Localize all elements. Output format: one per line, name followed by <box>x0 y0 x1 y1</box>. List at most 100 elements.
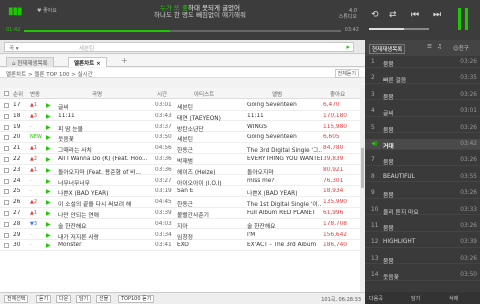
panel-next-button[interactable]: 다음곡 <box>369 295 383 302</box>
play-icon[interactable]: ▶ <box>46 124 51 131</box>
artist-cell[interactable]: EXO <box>177 242 244 248</box>
panel-add-button[interactable]: 담기 <box>411 295 420 302</box>
album-cell[interactable]: EX'ACT - The 3rd Album <box>247 242 322 248</box>
play-icon[interactable]: ▶ <box>46 199 51 206</box>
play-icon[interactable]: ▶ <box>46 242 51 249</box>
repeat-icon[interactable]: ⟲ <box>371 10 379 20</box>
tab-now-playing[interactable]: ⌂ 현재재생목록 <box>6 57 54 67</box>
title-cell[interactable]: Monster <box>58 242 152 248</box>
gift-button[interactable]: 선물 <box>96 295 112 303</box>
artist-cell[interactable]: 헤이즈 (Heize) <box>177 167 244 176</box>
prev-icon[interactable]: ⏮ <box>411 10 419 20</box>
artist-cell[interactable]: 한동근 <box>177 145 244 154</box>
playlist-item[interactable]: 4 글씨 03:01 <box>365 106 480 117</box>
playlist-item[interactable]: 1 붐붐 03:26 <box>365 57 480 68</box>
playlist-item[interactable]: 10 울리 듣지 마요 03:33 <box>365 205 480 216</box>
title-cell[interactable]: 너무너무너무 <box>58 178 152 187</box>
table-row[interactable]: 29 - 내가 저지른 사랑 03:34 임창정 I'M 156,642 ▶ <box>0 230 360 241</box>
playlist-item[interactable]: 8 BEAUTIFUL 03:55 <box>365 172 480 183</box>
album-cell[interactable]: The 3rd Digital Single '그... <box>247 145 322 154</box>
album-cell[interactable]: miss me? <box>247 178 322 184</box>
row-checkbox[interactable] <box>4 189 9 195</box>
row-checkbox[interactable] <box>4 221 9 227</box>
table-row[interactable]: 19 - 피 땀 눈물 03:37 방탄소년단 WINGS 115,980 ▶ <box>0 122 360 133</box>
title-cell[interactable]: 피 땀 눈물 <box>58 124 152 133</box>
album-cell[interactable]: 돌아오지마 <box>247 167 322 176</box>
search-box[interactable]: 곡 ▾ 세븐틴 ▸ <box>4 42 354 52</box>
playlist-item[interactable]: 14 웃음꽃 03:50 <box>365 270 480 281</box>
playlist-item[interactable]: 5 붐붐 03:26 <box>365 123 480 134</box>
title-cell[interactable]: 나쁜X (BAD YEAR) <box>58 188 152 197</box>
album-cell[interactable]: WINGS <box>247 124 322 130</box>
tab-current-playlist[interactable]: 현재재생목록 <box>369 44 406 54</box>
add-tab-icon[interactable]: + <box>121 56 128 65</box>
title-cell[interactable]: 내가 저지른 사랑 <box>58 232 152 241</box>
tab-friend[interactable]: ☺친구 <box>453 44 469 52</box>
artist-cell[interactable]: 세븐틴 <box>177 134 244 143</box>
album-cell[interactable]: 11:11 <box>247 113 322 119</box>
table-row[interactable]: 21 ▲1 그때라는 사치 04:56 한동근 The 3rd Digital Singl… <box>0 143 360 154</box>
title-cell[interactable]: 그때라는 사치 <box>58 145 152 154</box>
listen-button[interactable]: 듣기 <box>36 295 52 303</box>
search-kind-select[interactable]: 곡 ▾ <box>9 44 19 52</box>
play-icon[interactable]: ▶ <box>46 113 51 120</box>
title-cell[interactable]: 술 한잔해요 <box>58 221 152 230</box>
artist-cell[interactable]: 태연 (TAEYEON) <box>177 113 244 122</box>
table-row[interactable]: 25- 나쁜X (BAD YEAR) 03:19 San E 나쁜X (BAD YEAR… <box>0 186 360 197</box>
title-cell[interactable]: 웃음꽃 <box>58 134 152 143</box>
album-cell[interactable]: Full Album RED PLANET <box>247 210 322 216</box>
album-cell[interactable]: I'M <box>247 232 322 238</box>
title-cell[interactable]: All I Wanna Do (K) (Feat. Hoo... <box>58 156 152 162</box>
artist-cell[interactable]: 아이오아이 (I.O.I) <box>177 178 244 187</box>
play-icon[interactable]: ▶ <box>46 167 51 174</box>
add-button[interactable]: 담기 <box>76 295 92 303</box>
album-cell[interactable]: The 1st Digital Single '이... <box>247 199 322 208</box>
title-cell[interactable]: 이 소설의 끝을 다시 써보려 해 <box>58 199 152 208</box>
row-checkbox[interactable] <box>4 178 9 184</box>
row-checkbox[interactable] <box>4 113 9 119</box>
next-icon[interactable]: ⏭ <box>433 10 441 20</box>
table-row[interactable]: 22 ▲2 All I Wanna Do (K) (Feat. Hoo... 03:3… <box>0 154 360 165</box>
row-checkbox[interactable] <box>4 243 9 249</box>
playlist-item[interactable]: 2 빠른 걸음 03:35 <box>365 73 480 84</box>
top100-listen-button[interactable]: TOP100 듣기 <box>118 295 155 303</box>
artist-cell[interactable]: 방탄소년단 <box>177 124 244 133</box>
artist-cell[interactable]: San E <box>177 188 244 194</box>
row-checkbox[interactable] <box>4 167 9 173</box>
artist-cell[interactable]: 볼빨간사춘기 <box>177 210 244 219</box>
title-cell[interactable]: 11:11 <box>58 113 152 119</box>
pause-button[interactable] <box>458 8 470 30</box>
scroll-thumb[interactable] <box>361 148 364 188</box>
title-cell[interactable]: 나만 안되는 연애 <box>58 210 152 219</box>
panel-delete-button[interactable]: 삭제 <box>449 295 458 302</box>
artist-cell[interactable]: 지아 <box>177 221 244 230</box>
playlist-item[interactable]: ◀) 거대 03:42 <box>365 139 480 150</box>
volume-slider[interactable] <box>369 28 429 30</box>
row-checkbox[interactable] <box>4 232 9 238</box>
table-row[interactable]: 17 ▲1 글씨 03:01 세븐틴 Going Seventeen 6,470 ▶ <box>0 100 360 111</box>
table-row[interactable]: 27 ▲1 나만 안되는 연애 03:39 볼빨간사춘기 Full Album RED P… <box>0 208 360 219</box>
playlist-item[interactable]: 7 붐붐 03:26 <box>365 155 480 166</box>
like-button[interactable]: ♥ 좋아요 <box>37 7 57 14</box>
row-checkbox[interactable] <box>4 103 9 108</box>
album-cell[interactable]: 나쁜X (BAD YEAR) <box>247 188 322 197</box>
play-icon[interactable]: ▶ <box>46 232 51 239</box>
artist-cell[interactable]: 박재범 <box>177 156 244 165</box>
artist-cell[interactable]: 한동근 <box>177 199 244 208</box>
row-checkbox[interactable] <box>4 146 9 152</box>
title-cell[interactable]: 글씨 <box>58 102 152 111</box>
table-row[interactable]: 20 NEW 웃음꽃 03:50 세븐틴 Going Seventeen 6,605 ▶ <box>0 132 360 143</box>
table-row[interactable]: 28 ▼3 술 한잔해요 04:03 지아 술 한잔해요 178,708 ▶ <box>0 219 360 230</box>
album-cell[interactable]: EVERYTHING YOU WANTED <box>247 156 322 162</box>
row-checkbox[interactable] <box>4 124 9 130</box>
download-button[interactable]: 다운 <box>56 295 72 303</box>
row-checkbox[interactable] <box>4 211 9 216</box>
title-cell[interactable]: 돌아오지마 (Feat. 용준형 of 비... <box>58 167 152 176</box>
table-row[interactable]: 30 - Monster 03:41 EXO EX'ACT - The 3rd Album… <box>0 240 360 251</box>
shuffle-icon[interactable]: ⇄ <box>389 10 397 20</box>
album-cell[interactable]: 술 한잔해요 <box>247 221 322 230</box>
search-icon[interactable]: ▸ <box>346 43 350 51</box>
table-row[interactable]: 18 ▲3 11:11 03:43 태연 (TAEYEON) 11:11 170,180 ▶ <box>0 111 360 122</box>
table-row[interactable]: 23 ▲1 돌아오지마 (Feat. 용준형 of 비... 03:36 헤이즈 (He… <box>0 165 360 176</box>
artist-cell[interactable]: 세븐틴 <box>177 102 244 111</box>
